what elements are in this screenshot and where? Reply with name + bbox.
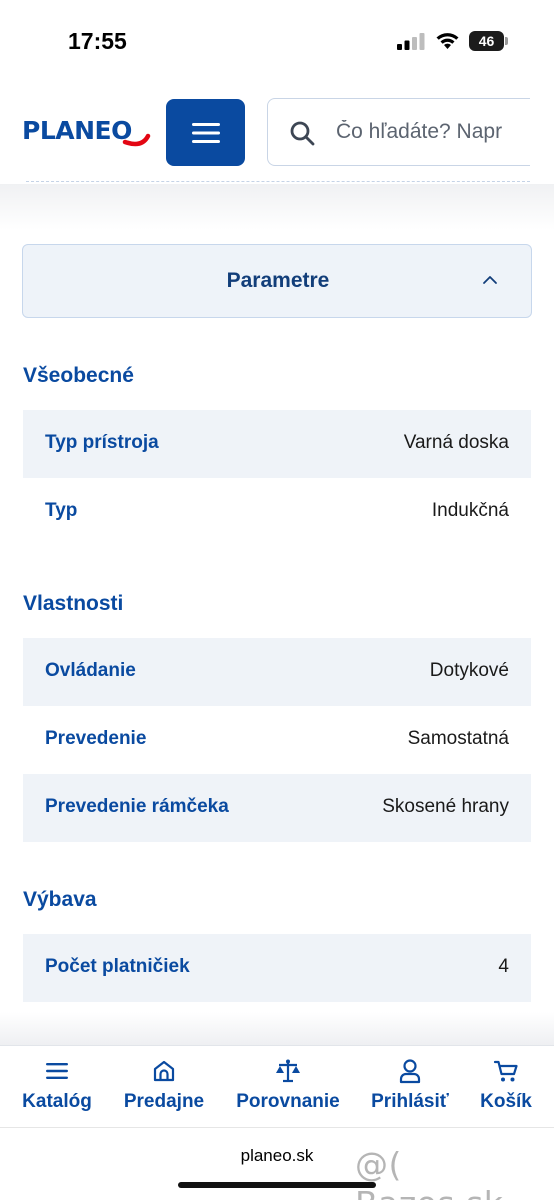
nav-item-login[interactable]: Prihlásiť bbox=[364, 1046, 456, 1128]
store-icon bbox=[153, 1060, 175, 1082]
parameters-accordion[interactable]: Parametre bbox=[22, 244, 532, 318]
signal-icon bbox=[397, 33, 425, 50]
header-divider bbox=[26, 181, 530, 182]
scales-icon bbox=[276, 1059, 300, 1083]
status-time: 17:55 bbox=[68, 28, 127, 54]
row-label: Počet platničiek bbox=[45, 956, 190, 977]
bottom-nav-shadow bbox=[0, 1012, 554, 1046]
header-shadow bbox=[0, 184, 554, 230]
status-bar: 17:55 46 bbox=[0, 0, 554, 80]
nav-label: Košík bbox=[480, 1091, 532, 1112]
nav-label: Predajne bbox=[123, 1091, 205, 1112]
bottom-nav: Katalóg Predajne Porovnanie Prihlásiť Ko… bbox=[0, 1045, 554, 1127]
battery-level: 46 bbox=[469, 31, 504, 51]
nav-item-compare[interactable]: Porovnanie bbox=[232, 1046, 344, 1128]
row-value: Indukčná bbox=[431, 500, 509, 521]
wifi-icon bbox=[436, 33, 459, 49]
section-title-equipment: Výbava bbox=[23, 888, 97, 911]
logo-wordmark: PLANEO bbox=[22, 116, 151, 147]
cart-icon bbox=[493, 1060, 518, 1082]
bazos-watermark: @( Bazos.sk bbox=[355, 1145, 503, 1200]
table-row: Prevedenie Samostatná bbox=[23, 706, 531, 774]
planeo-logo[interactable]: PLANEO bbox=[22, 110, 152, 150]
hamburger-icon bbox=[46, 1063, 68, 1079]
row-label: Typ bbox=[45, 500, 78, 521]
table-row: Počet platničiek 4 bbox=[23, 934, 531, 1002]
row-label: Prevedenie rámčeka bbox=[45, 796, 229, 817]
search-icon[interactable] bbox=[289, 120, 315, 146]
nav-item-catalog[interactable]: Katalóg bbox=[12, 1046, 102, 1128]
nav-label: Prihlásiť bbox=[371, 1091, 449, 1112]
table-row: Ovládanie Dotykové bbox=[23, 638, 531, 706]
user-icon bbox=[399, 1059, 421, 1084]
svg-text:PLANEO: PLANEO bbox=[22, 116, 132, 145]
row-label: Prevedenie bbox=[45, 728, 147, 749]
chevron-up-icon bbox=[483, 276, 497, 284]
battery-icon: 46 bbox=[469, 31, 509, 51]
site-header: PLANEO bbox=[0, 80, 554, 184]
battery-tip bbox=[505, 37, 508, 45]
nav-label: Katalóg bbox=[22, 1091, 92, 1112]
row-value: Varná doska bbox=[403, 432, 509, 453]
nav-label: Porovnanie bbox=[236, 1091, 340, 1112]
nav-item-cart[interactable]: Košík bbox=[472, 1046, 540, 1128]
home-indicator[interactable] bbox=[178, 1182, 376, 1188]
hamburger-icon bbox=[191, 122, 220, 143]
table-row: Prevedenie rámčeka Skosené hrany bbox=[23, 774, 531, 842]
section-title-general: Všeobecné bbox=[23, 364, 134, 387]
table-row: Typ Indukčná bbox=[23, 478, 531, 546]
nav-item-stores[interactable]: Predajne bbox=[118, 1046, 210, 1128]
row-value: Skosené hrany bbox=[382, 796, 509, 817]
menu-button[interactable] bbox=[166, 99, 245, 166]
row-label: Ovládanie bbox=[45, 660, 136, 681]
search-box[interactable] bbox=[267, 98, 530, 166]
row-value: Dotykové bbox=[429, 660, 509, 681]
row-label: Typ prístroja bbox=[45, 432, 159, 453]
row-value: 4 bbox=[498, 956, 509, 977]
search-input[interactable] bbox=[336, 99, 530, 165]
section-title-properties: Vlastnosti bbox=[23, 592, 124, 615]
row-value: Samostatná bbox=[407, 728, 509, 749]
accordion-title: Parametre bbox=[226, 269, 330, 292]
table-row: Typ prístroja Varná doska bbox=[23, 410, 531, 478]
